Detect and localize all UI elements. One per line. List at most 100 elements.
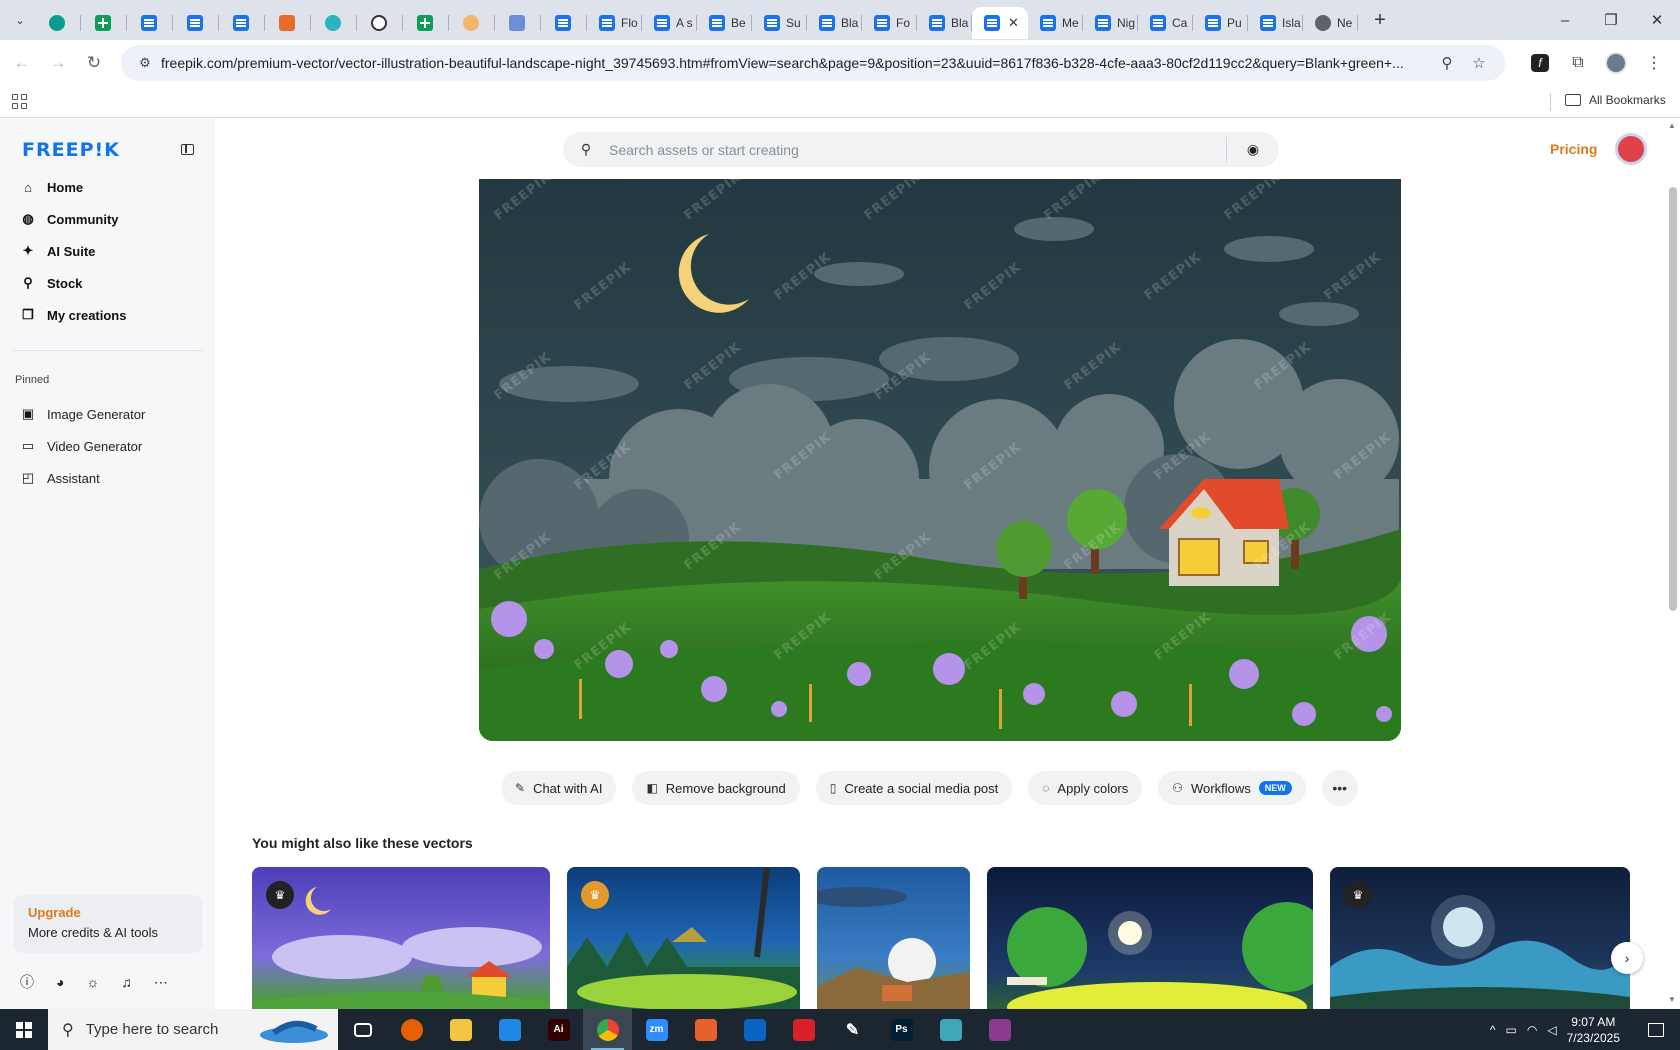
theme-toggle-icon[interactable]: ☼ <box>86 974 99 990</box>
user-avatar[interactable] <box>1615 133 1647 165</box>
browser-tab-20[interactable]: ✕ <box>972 7 1028 39</box>
taskbar-search-box[interactable]: ⚲ Type here to search <box>48 1009 338 1050</box>
browser-tab-9[interactable] <box>403 7 449 39</box>
related-thumbnail-1[interactable]: ♛ <box>252 867 550 1009</box>
browser-tab-21[interactable]: Me <box>1028 7 1083 39</box>
url-text[interactable]: freepik.com/premium-vector/vector-illust… <box>161 55 1431 71</box>
upgrade-card[interactable]: Upgrade More credits & AI tools <box>14 895 202 953</box>
apply-colors-button[interactable]: ◌ Apply colors <box>1028 771 1143 805</box>
asset-search-bar[interactable]: ⚲ Search assets or start creating ◉ <box>563 132 1279 167</box>
browser-tab-6[interactable] <box>265 7 311 39</box>
create-social-post-button[interactable]: ▯ Create a social media post <box>815 771 1013 805</box>
browser-tab-5[interactable] <box>219 7 265 39</box>
sidebar-item-video-generator[interactable]: ▭ Video Generator <box>14 430 204 462</box>
taskbar-chrome[interactable] <box>583 1009 632 1050</box>
tab-search-button[interactable]: ⌄ <box>5 5 35 35</box>
taskbar-diamond-app[interactable] <box>926 1009 975 1050</box>
search-input[interactable]: Search assets or start creating <box>609 142 1226 158</box>
taskbar-outlook[interactable] <box>730 1009 779 1050</box>
extensions-puzzle-icon[interactable]: ⧉ <box>1562 45 1594 81</box>
sidebar-item-image-generator[interactable]: ▣ Image Generator <box>14 398 204 430</box>
sidebar-item-ai-suite[interactable]: ✦ AI Suite <box>14 235 204 267</box>
more-options-icon[interactable]: ⋯ <box>154 974 168 991</box>
profile-avatar[interactable] <box>1600 45 1632 81</box>
camera-search-icon[interactable]: ◉ <box>1227 141 1279 158</box>
browser-tab-16[interactable]: Su <box>752 7 807 39</box>
address-bar[interactable]: ⚙ freepik.com/premium-vector/vector-illu… <box>121 45 1505 81</box>
reload-button[interactable]: ↻ <box>76 45 112 81</box>
taskbar-firefox[interactable] <box>387 1009 436 1050</box>
browser-tab-24[interactable]: Pu <box>1193 7 1248 39</box>
browser-tab-7[interactable] <box>311 7 357 39</box>
forward-button[interactable]: → <box>40 45 76 81</box>
scroll-up-arrow[interactable]: ▲ <box>1668 121 1676 130</box>
taskbar-task-view[interactable] <box>338 1009 387 1050</box>
site-info-icon[interactable]: ⚙ <box>129 55 161 71</box>
apps-grid-icon[interactable] <box>12 94 28 110</box>
page-scrollbar[interactable]: ▲ ▼ <box>1665 119 1680 1009</box>
browser-tab-11[interactable] <box>495 7 541 39</box>
close-tab-icon[interactable]: ✕ <box>1008 15 1019 31</box>
browser-tab-14[interactable]: A s <box>642 7 697 39</box>
scroll-thumb[interactable] <box>1669 187 1677 611</box>
discord-icon[interactable]: ◕ <box>56 974 64 990</box>
browser-tab-22[interactable]: Nig <box>1083 7 1138 39</box>
taskbar-vscode[interactable] <box>485 1009 534 1050</box>
freepik-logo[interactable]: FREEP!K <box>22 139 120 161</box>
browser-tab-17[interactable]: Bla <box>807 7 862 39</box>
taskbar-zoom[interactable]: zm <box>632 1009 681 1050</box>
wifi-icon[interactable]: ◠ <box>1527 1023 1537 1037</box>
browser-tab-12[interactable] <box>541 7 587 39</box>
minimize-button[interactable]: – <box>1542 0 1588 40</box>
browser-tab-3[interactable] <box>127 7 173 39</box>
scroll-down-arrow[interactable]: ▼ <box>1668 995 1676 1004</box>
browser-tab-1[interactable] <box>35 7 81 39</box>
workflows-button[interactable]: ⚇ Workflows NEW <box>1158 771 1306 805</box>
back-button[interactable]: ← <box>4 45 40 81</box>
related-thumbnail-3[interactable] <box>817 867 970 1009</box>
chat-with-ai-button[interactable]: ✎ Chat with AI <box>501 771 617 805</box>
new-tab-button[interactable]: + <box>1364 9 1396 32</box>
taskbar-clock[interactable]: 9:07 AM 7/23/2025 <box>1567 1014 1620 1046</box>
taskbar-orange-app[interactable] <box>681 1009 730 1050</box>
network-icon[interactable]: ▭ <box>1506 1023 1517 1037</box>
browser-tab-25[interactable]: Isla <box>1248 7 1303 39</box>
browser-tab-23[interactable]: Ca <box>1138 7 1193 39</box>
all-bookmarks-button[interactable]: All Bookmarks <box>1565 93 1666 107</box>
browser-tab-18[interactable]: Fo <box>862 7 917 39</box>
pricing-link[interactable]: Pricing <box>1550 141 1597 157</box>
taskbar-illustrator[interactable]: Ai <box>534 1009 583 1050</box>
related-thumbnail-5[interactable]: ♛ <box>1330 867 1630 1009</box>
browser-tab-13[interactable]: Flo <box>587 7 642 39</box>
hero-illustration[interactable]: FREEPIKFREEPIKFREEPIKFREEPIKFREEPIKFREEP… <box>479 179 1401 741</box>
browser-tab-8[interactable] <box>357 7 403 39</box>
sidebar-item-assistant[interactable]: ◰ Assistant <box>14 462 204 494</box>
bookmark-star-icon[interactable]: ☆ <box>1463 54 1495 72</box>
sidebar-collapse-icon[interactable] <box>181 144 194 155</box>
more-actions-button[interactable]: ••• <box>1321 770 1358 806</box>
volume-icon[interactable]: ◁ <box>1547 1023 1556 1037</box>
close-window-button[interactable]: ✕ <box>1634 0 1680 40</box>
browser-tab-4[interactable] <box>173 7 219 39</box>
taskbar-photoshop[interactable]: Ps <box>877 1009 926 1050</box>
sidebar-item-my-creations[interactable]: ❐ My creations <box>14 299 204 331</box>
taskbar-winrar[interactable] <box>975 1009 1024 1050</box>
action-center-icon[interactable] <box>1648 1022 1664 1037</box>
browser-tab-19[interactable]: Bla <box>917 7 972 39</box>
chrome-menu-icon[interactable]: ⋮ <box>1638 45 1670 81</box>
restore-button[interactable]: ❐ <box>1588 0 1634 40</box>
notification-bell-icon[interactable]: ♫ <box>121 974 132 990</box>
taskbar-file-explorer[interactable] <box>436 1009 485 1050</box>
related-thumbnail-4[interactable] <box>987 867 1313 1009</box>
taskbar-creative-cloud[interactable] <box>779 1009 828 1050</box>
extension-f-icon[interactable]: f <box>1524 45 1556 81</box>
sidebar-item-home[interactable]: ⌂ Home <box>14 171 204 203</box>
tray-overflow-icon[interactable]: ^ <box>1490 1023 1496 1037</box>
zoom-icon[interactable]: ⚲ <box>1431 54 1463 72</box>
browser-tab-2[interactable] <box>81 7 127 39</box>
sidebar-item-community[interactable]: ◍ Community <box>14 203 204 235</box>
related-thumbnail-2[interactable]: ♛ <box>567 867 800 1009</box>
browser-tab-15[interactable]: Be <box>697 7 752 39</box>
carousel-next-button[interactable]: › <box>1611 942 1643 974</box>
start-button[interactable] <box>0 1009 48 1050</box>
